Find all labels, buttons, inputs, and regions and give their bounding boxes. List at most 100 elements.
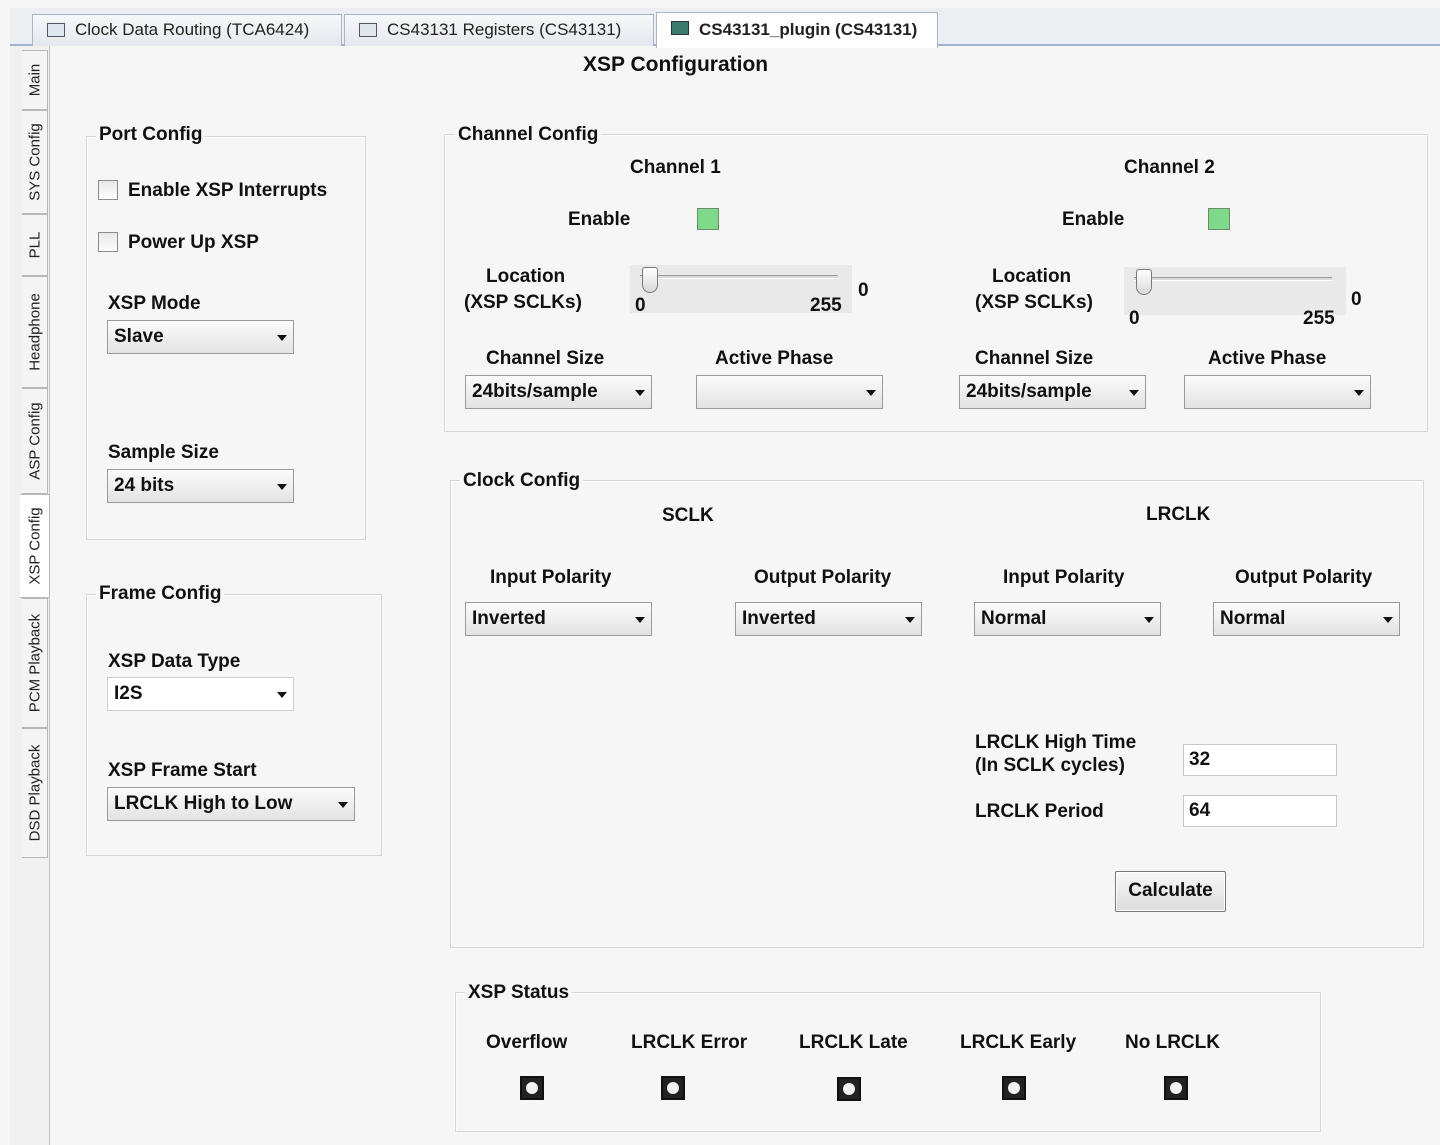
lrclk-early-label: LRCLK Early: [960, 1032, 1077, 1053]
channel-2-size-value: 24bits/sample: [966, 381, 1092, 402]
channel-2-heading: Channel 2: [1124, 157, 1215, 178]
channel-2-slider-min: 0: [1129, 308, 1140, 329]
channel-2-enable-toggle[interactable]: [1208, 208, 1230, 230]
sclk-output-polarity-label: Output Polarity: [754, 567, 892, 588]
sclk-heading: SCLK: [662, 505, 714, 526]
slider-thumb[interactable]: [642, 267, 658, 293]
sample-size-label: Sample Size: [108, 442, 219, 463]
channel-2-phase-select[interactable]: [1184, 375, 1371, 409]
lrclk-late-label: LRCLK Late: [799, 1032, 908, 1053]
side-tab-sys-config[interactable]: SYS Config: [22, 110, 48, 214]
channel-1-enable-label: Enable: [568, 209, 631, 230]
slider-thumb[interactable]: [1136, 269, 1152, 295]
lrclk-input-polarity-label: Input Polarity: [1003, 567, 1125, 588]
side-tab-label: PCM Playback: [26, 613, 43, 713]
lrclk-heading: LRCLK: [1146, 504, 1211, 525]
side-tab-label: PLL: [26, 231, 43, 259]
xsp-data-type-select[interactable]: I2S: [107, 677, 294, 711]
tab-label: CS43131 Registers (CS43131): [387, 20, 622, 39]
channel-1-slider-value: 0: [858, 280, 869, 301]
channel-2-phase-label: Active Phase: [1208, 348, 1327, 369]
tab-clock-data-routing[interactable]: Clock Data Routing (TCA6424): [32, 14, 342, 46]
channel-2-size-select[interactable]: 24bits/sample: [959, 375, 1146, 409]
side-tab-dsd-playback[interactable]: DSD Playback: [22, 728, 48, 858]
lrclk-error-indicator: [661, 1076, 685, 1100]
channel-1-location-label: Location: [486, 266, 566, 287]
chevron-down-icon: [277, 484, 287, 490]
lrclk-high-time-input[interactable]: 32: [1183, 744, 1337, 776]
side-tab-asp-config[interactable]: ASP Config: [22, 388, 48, 494]
side-tab-pll[interactable]: PLL: [22, 214, 48, 276]
channel-1-slider-max: 255: [810, 295, 842, 316]
channel-1-phase-select[interactable]: [696, 375, 883, 409]
tab-cs43131-plugin[interactable]: CS43131_plugin (CS43131): [656, 12, 938, 48]
lrclk-input-polarity-select[interactable]: Normal: [974, 602, 1161, 636]
sclk-input-polarity-value: Inverted: [472, 608, 546, 629]
channel-2-slider-value: 0: [1351, 289, 1362, 310]
frame-config-title: Frame Config: [96, 583, 225, 605]
xsp-status-group: [455, 992, 1321, 1132]
tab-label: CS43131_plugin (CS43131): [699, 20, 918, 39]
chevron-down-icon: [905, 617, 915, 623]
lrclk-late-indicator: [837, 1077, 861, 1101]
side-tab-label: SYS Config: [26, 123, 43, 201]
lrclk-input-polarity-value: Normal: [981, 608, 1047, 629]
no-lrclk-indicator: [1164, 1076, 1188, 1100]
enable-xsp-interrupts-label: Enable XSP Interrupts: [128, 180, 328, 201]
clock-config-group: [450, 480, 1424, 948]
chevron-down-icon: [635, 617, 645, 623]
lrclk-error-label: LRCLK Error: [631, 1032, 748, 1053]
channel-1-size-select[interactable]: 24bits/sample: [465, 375, 652, 409]
xsp-status-title: XSP Status: [465, 982, 573, 1004]
xsp-mode-select[interactable]: Slave: [107, 320, 294, 354]
channel-1-phase-label: Active Phase: [715, 348, 834, 369]
side-tab-main[interactable]: Main: [22, 50, 48, 110]
channel-2-slider-max: 255: [1303, 308, 1335, 329]
window-icon: [47, 23, 65, 37]
power-up-xsp-checkbox[interactable]: [98, 232, 118, 252]
enable-xsp-interrupts-checkbox[interactable]: [98, 180, 118, 200]
chevron-down-icon: [1144, 617, 1154, 623]
sclk-output-polarity-select[interactable]: Inverted: [735, 602, 922, 636]
overflow-indicator: [520, 1076, 544, 1100]
side-tab-label: XSP Config: [26, 507, 43, 585]
power-up-xsp-label: Power Up XSP: [128, 232, 259, 253]
chevron-down-icon: [635, 390, 645, 396]
lrclk-early-indicator: [1002, 1076, 1026, 1100]
chevron-down-icon: [1129, 390, 1139, 396]
xsp-data-type-label: XSP Data Type: [108, 651, 241, 672]
xsp-frame-start-select[interactable]: LRCLK High to Low: [107, 787, 355, 821]
sclk-input-polarity-select[interactable]: Inverted: [465, 602, 652, 636]
chevron-down-icon: [277, 692, 287, 698]
channel-1-size-value: 24bits/sample: [472, 381, 598, 402]
lrclk-period-label: LRCLK Period: [975, 801, 1104, 822]
table-icon: [359, 23, 377, 37]
channel-1-enable-toggle[interactable]: [697, 208, 719, 230]
no-lrclk-label: No LRCLK: [1125, 1032, 1220, 1053]
xsp-mode-value: Slave: [114, 326, 164, 347]
channel-2-location-unit-label: (XSP SCLKs): [975, 292, 1093, 313]
lrclk-output-polarity-select[interactable]: Normal: [1213, 602, 1400, 636]
tab-cs43131-registers[interactable]: CS43131 Registers (CS43131): [344, 14, 654, 46]
overflow-label: Overflow: [486, 1032, 568, 1053]
chevron-down-icon: [1354, 390, 1364, 396]
slider-track: [1134, 277, 1332, 281]
sample-size-select[interactable]: 24 bits: [107, 469, 294, 503]
side-tab-label: DSD Playback: [26, 744, 43, 842]
sample-size-value: 24 bits: [114, 475, 175, 496]
side-tab-pcm-playback[interactable]: PCM Playback: [22, 598, 48, 728]
channel-2-size-label: Channel Size: [975, 348, 1094, 369]
lrclk-output-polarity-value: Normal: [1220, 608, 1286, 629]
xsp-data-type-value: I2S: [114, 683, 143, 704]
channel-2-location-label: Location: [992, 266, 1072, 287]
calculate-button[interactable]: Calculate: [1115, 871, 1226, 912]
clock-config-title: Clock Config: [460, 470, 584, 492]
lrclk-period-input[interactable]: 64: [1183, 795, 1337, 827]
channel-1-slider-min: 0: [635, 295, 646, 316]
sclk-output-polarity-value: Inverted: [742, 608, 816, 629]
side-tab-label: ASP Config: [26, 402, 43, 480]
side-tab-headphone[interactable]: Headphone: [22, 276, 48, 388]
page-title: XSP Configuration: [583, 53, 769, 76]
lrclk-output-polarity-label: Output Polarity: [1235, 567, 1373, 588]
side-tab-xsp-config[interactable]: XSP Config: [20, 494, 50, 598]
